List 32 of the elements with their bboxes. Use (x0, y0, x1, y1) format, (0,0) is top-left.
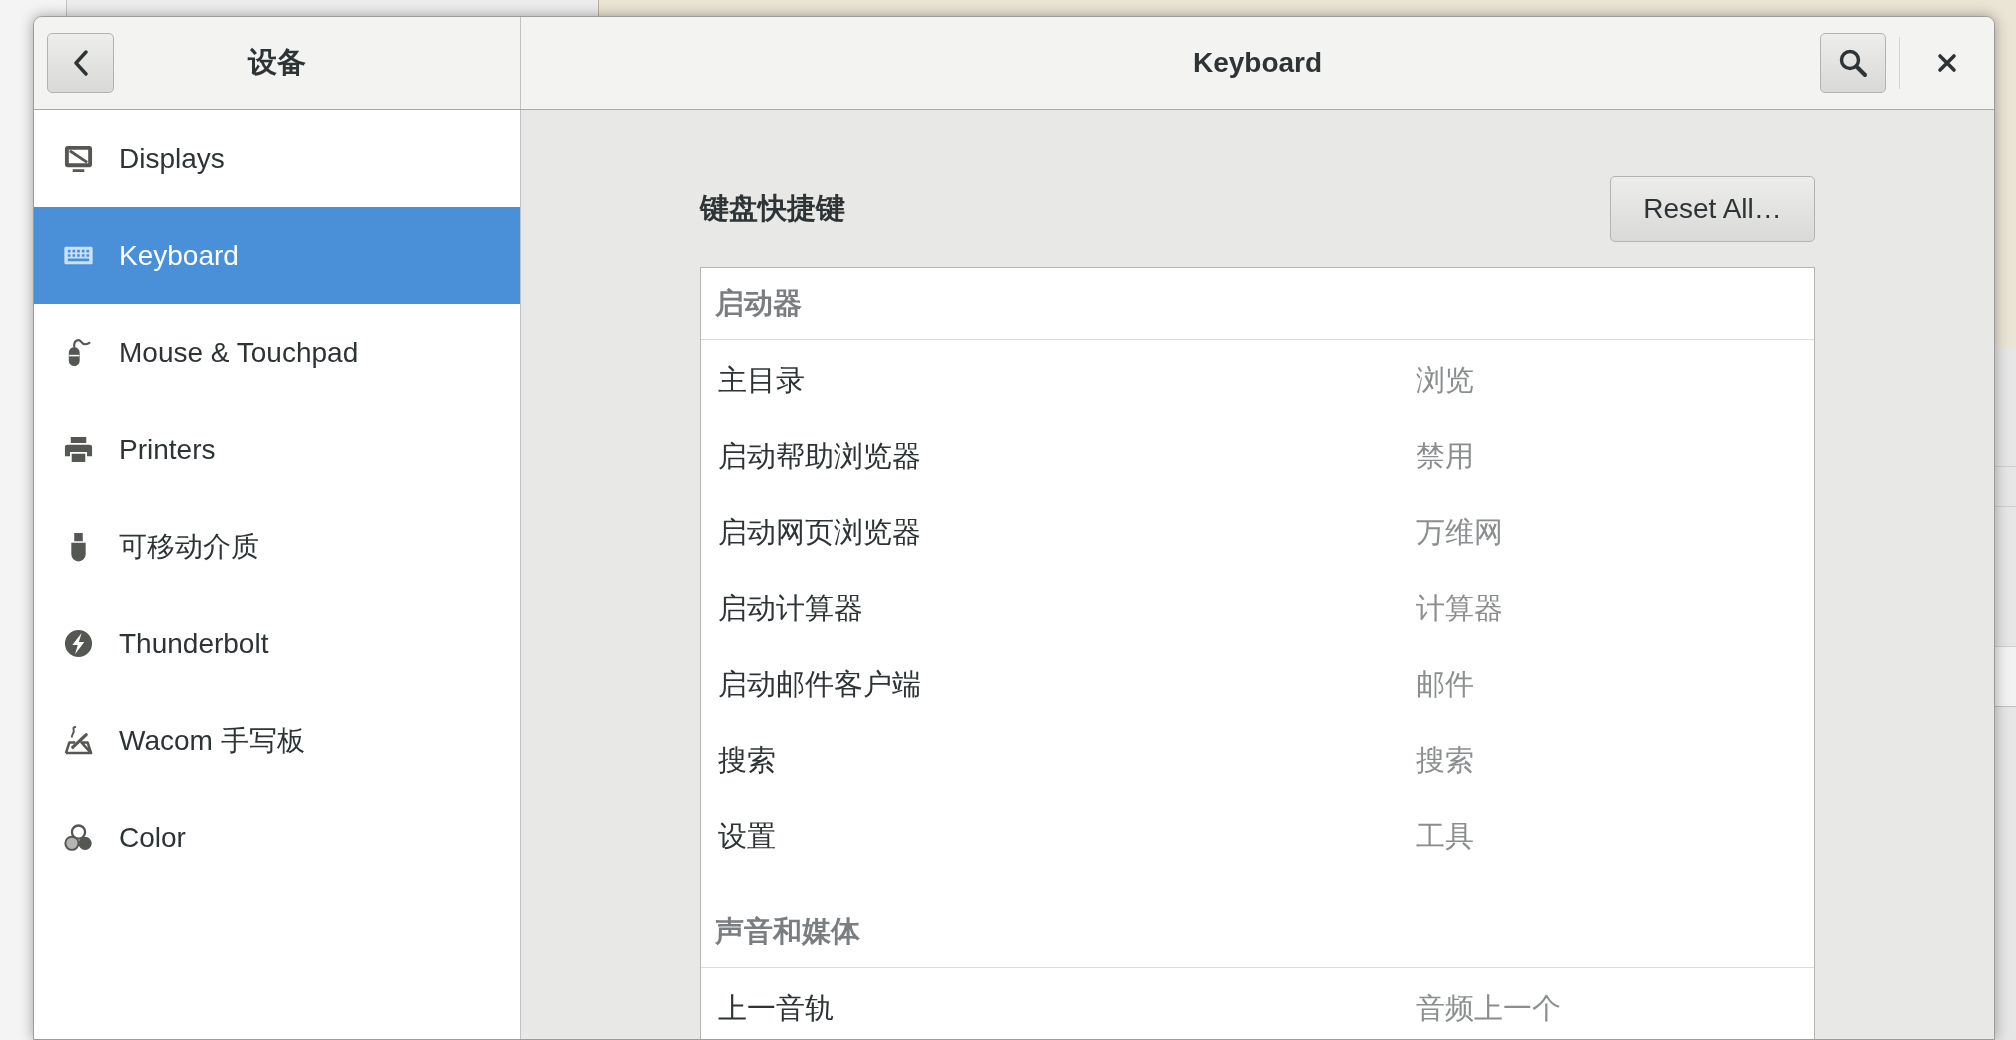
search-button[interactable] (1820, 33, 1886, 93)
close-icon (1937, 53, 1957, 73)
shortcut-name: 启动网页浏览器 (718, 515, 921, 551)
shortcut-key: 万维网 (1416, 511, 1503, 555)
reset-all-button[interactable]: Reset All… (1610, 176, 1815, 242)
section-title: 键盘快捷键 (700, 191, 845, 227)
tablet-pen-icon (63, 725, 94, 756)
section-header: 启动器 (715, 285, 802, 321)
back-button[interactable] (47, 33, 114, 93)
shortcut-key: 搜索 (1416, 739, 1474, 783)
shortcut-key: 邮件 (1416, 663, 1474, 707)
shortcut-key: 音频上一个 (1416, 987, 1561, 1031)
shortcut-key: 禁用 (1416, 435, 1474, 479)
shortcut-name: 启动邮件客户端 (718, 667, 921, 703)
shortcut-name: 启动计算器 (718, 591, 863, 627)
circles-icon (63, 822, 94, 853)
lightning-icon (63, 628, 94, 659)
shortcut-key: 浏览 (1416, 359, 1474, 403)
shortcut-name: 搜索 (718, 743, 776, 779)
back-icon (72, 50, 89, 76)
printer-icon (63, 434, 94, 465)
shortcut-name: 上一音轨 (718, 991, 834, 1027)
section-header: 声音和媒体 (715, 913, 860, 949)
shortcut-key: 工具 (1416, 815, 1474, 859)
sidebar-title: 设备 (248, 45, 306, 81)
shortcut-name: 设置 (718, 819, 776, 855)
display-icon (63, 143, 94, 174)
search-icon (1838, 48, 1868, 78)
window-title: Keyboard (1192, 46, 1323, 80)
shortcut-name: 启动帮助浏览器 (718, 439, 921, 475)
shortcut-name: 主目录 (718, 363, 805, 399)
shortcut-key: 计算器 (1416, 587, 1503, 631)
